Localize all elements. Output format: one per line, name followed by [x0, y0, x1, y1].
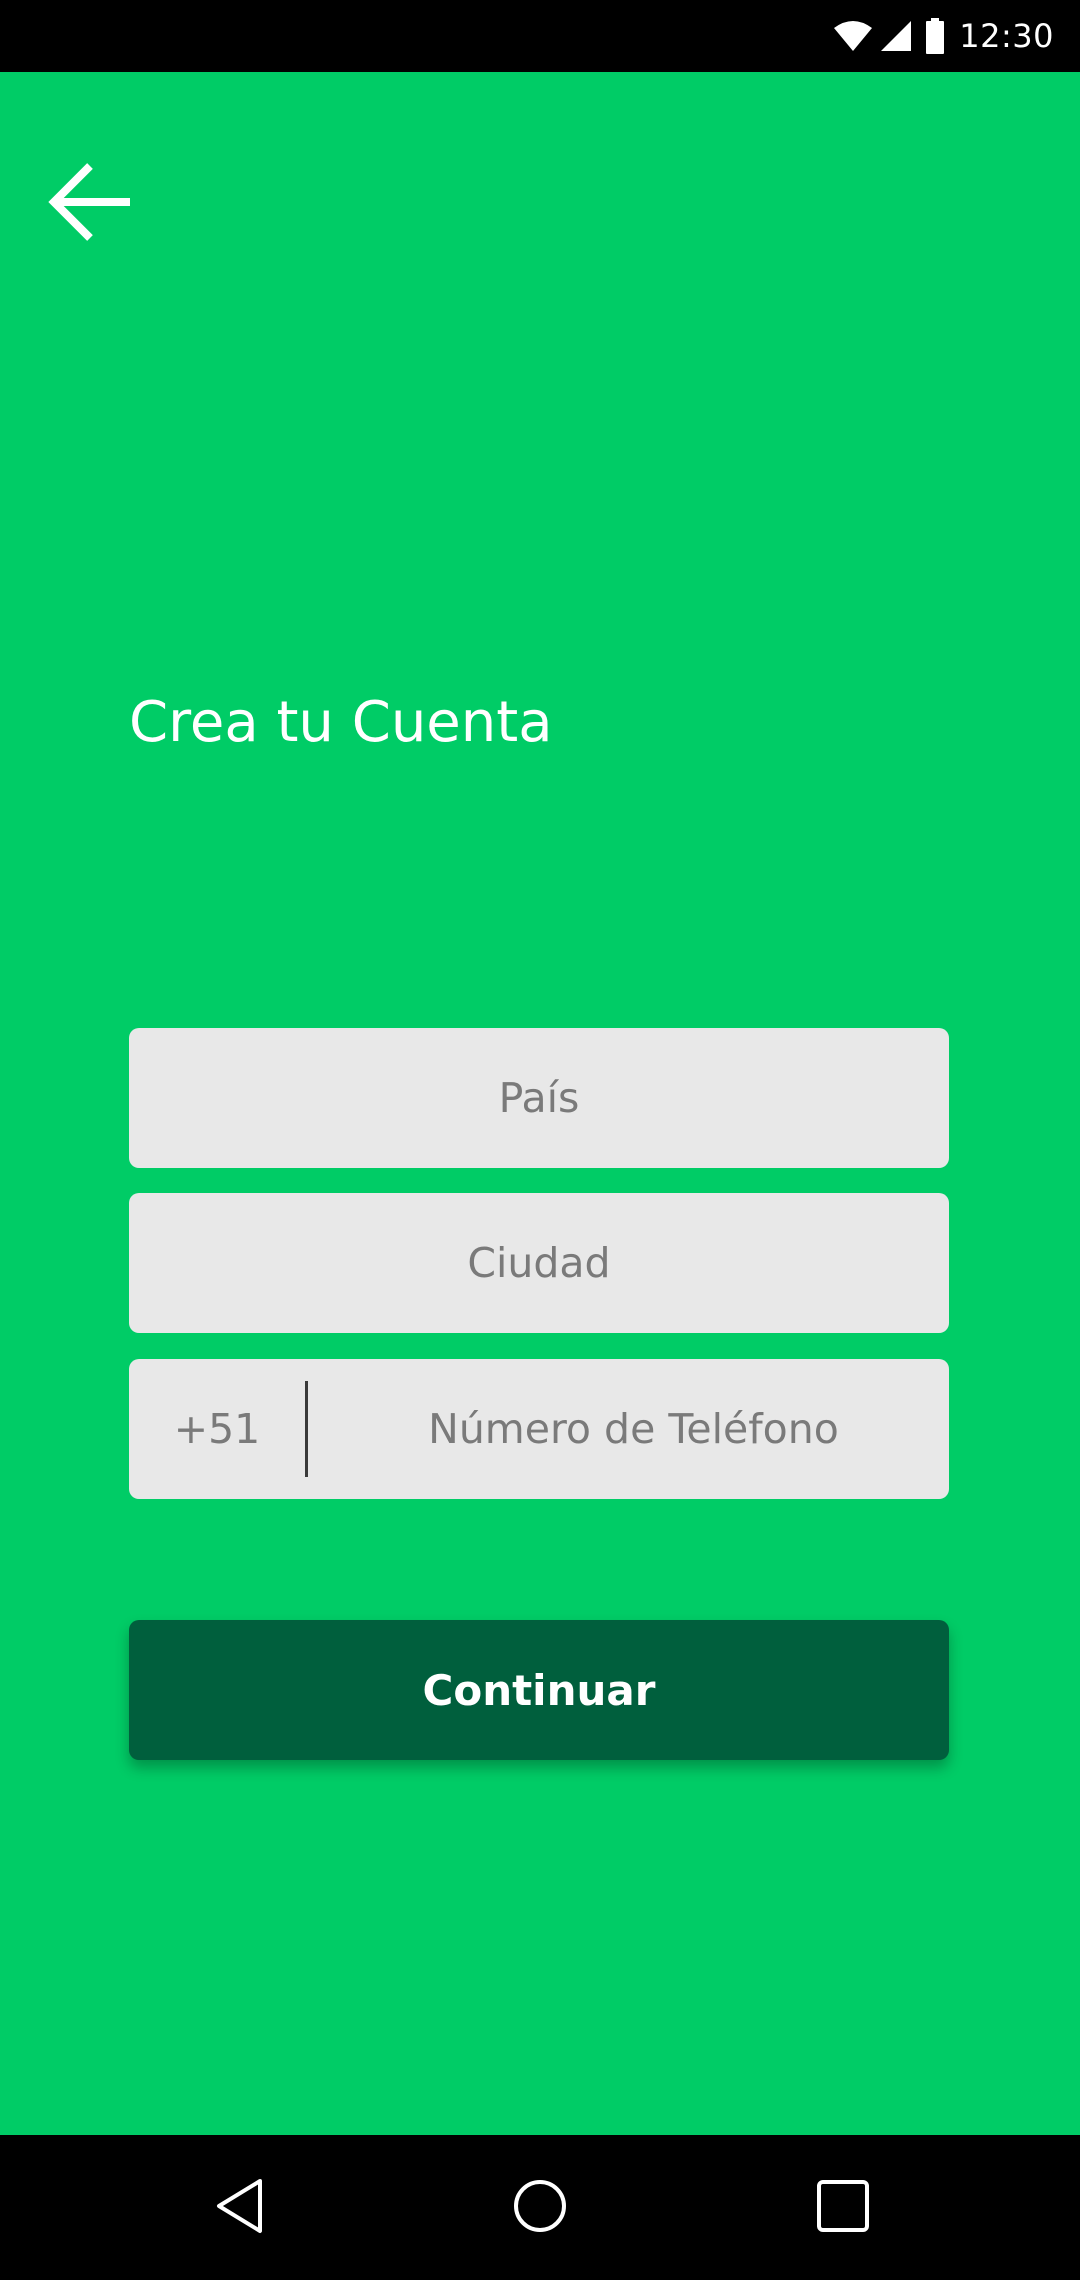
wifi-icon: [833, 20, 873, 52]
create-account-screen: Crea tu Cuenta +51 Continuar: [0, 72, 1080, 2135]
cell-signal-icon: [879, 20, 913, 52]
country-field[interactable]: [129, 1028, 949, 1168]
battery-icon: [925, 18, 945, 54]
nav-home-icon: [513, 2179, 567, 2237]
country-input[interactable]: [129, 1028, 949, 1168]
city-field[interactable]: [129, 1193, 949, 1333]
screen: 12:30 Crea tu Cuenta +51 Continuar: [0, 0, 1080, 2280]
phone-input-wrapper: [308, 1359, 949, 1499]
back-button[interactable]: [40, 154, 140, 254]
phone-input[interactable]: [308, 1359, 949, 1499]
status-icons: 12:30: [833, 0, 1054, 72]
status-time: 12:30: [959, 17, 1054, 55]
nav-back-icon: [214, 2178, 266, 2238]
page-title: Crea tu Cuenta: [129, 690, 553, 755]
phone-prefix: +51: [173, 1405, 261, 1453]
nav-recents-button[interactable]: [773, 2135, 913, 2280]
phone-field[interactable]: +51: [129, 1359, 949, 1499]
continue-button[interactable]: Continuar: [129, 1620, 949, 1760]
nav-back-button[interactable]: [170, 2135, 310, 2280]
nav-home-button[interactable]: [470, 2135, 610, 2280]
nav-recents-icon: [817, 2179, 869, 2236]
navigation-bar: [0, 2135, 1080, 2280]
city-input[interactable]: [129, 1193, 949, 1333]
arrow-left-icon: [48, 162, 132, 246]
status-bar: 12:30: [0, 0, 1080, 72]
